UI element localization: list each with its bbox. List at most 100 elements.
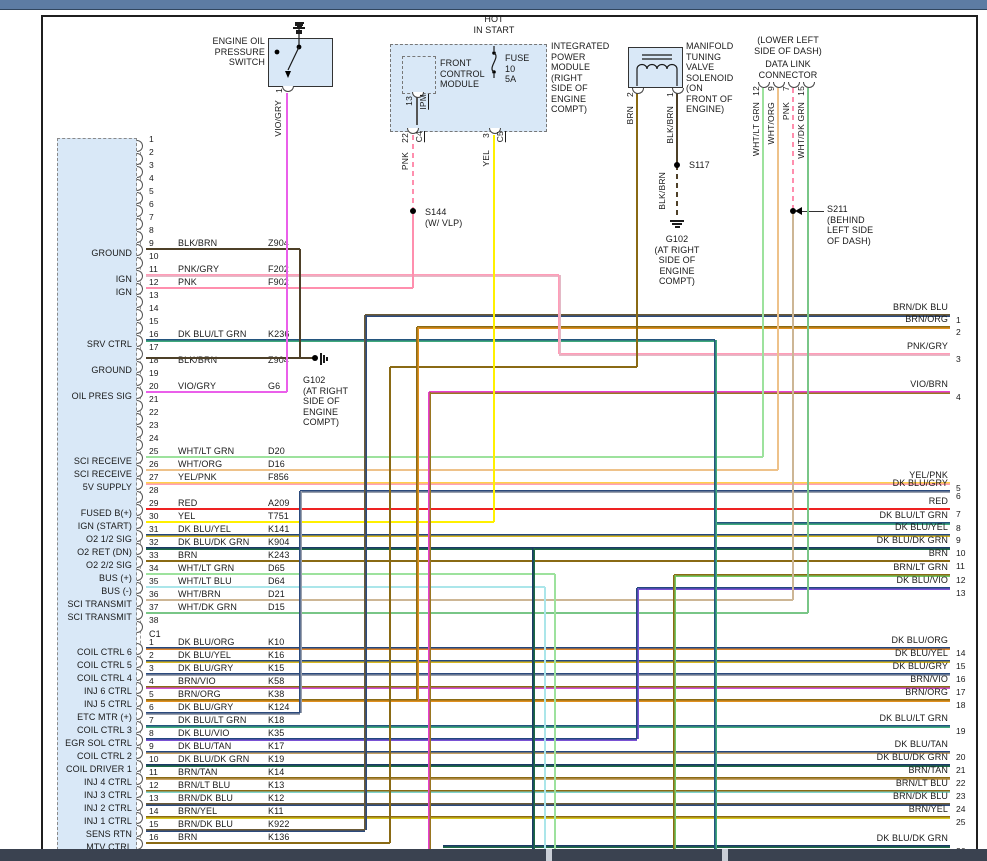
- pin-number: 17: [149, 343, 158, 352]
- label-dlc-location: (LOWER LEFT SIDE OF DASH): [733, 35, 843, 56]
- circuit-code: K243: [268, 550, 289, 561]
- pin-arc: [137, 426, 143, 438]
- pin-function-label: BUS (+): [40, 573, 132, 584]
- pin-arc: [137, 595, 143, 607]
- exit-wire-label: DK BLU/ORG: [828, 635, 948, 646]
- rotated-wire-label: PNK: [782, 102, 791, 120]
- exit-wire-label: DK BLU/TAN: [828, 739, 948, 750]
- pin-arc: [137, 452, 143, 464]
- wire-segment: [146, 738, 637, 741]
- pin-number: 19: [149, 369, 158, 378]
- exit-wire-label: BRN: [828, 548, 948, 559]
- wire-segment: [417, 326, 950, 329]
- rotated-wire-label: WHT/ORG: [767, 102, 776, 144]
- pin-number: 12: [149, 278, 158, 287]
- exit-wire-number: 20: [956, 753, 965, 762]
- wire-segment: [390, 366, 637, 368]
- wire-name: YEL: [178, 511, 195, 522]
- circuit-code: D64: [268, 576, 285, 587]
- circuit-code: A209: [268, 498, 289, 509]
- pin-number: 34: [149, 564, 158, 573]
- pin-function-label: COIL CTRL 4: [40, 673, 132, 684]
- rotated-wire-label: YEL: [482, 150, 491, 167]
- rotated-wire-label: 13: [405, 96, 414, 106]
- rotated-wire-label: BLK/BRN: [666, 106, 675, 144]
- wire-name: WHT/ORG: [178, 459, 222, 470]
- exit-wire-number: 21: [956, 766, 965, 775]
- exit-wire-number: 14: [956, 649, 965, 658]
- rotated-wire-label: VIO/GRY: [274, 100, 283, 137]
- wire-segment: [559, 353, 950, 356]
- pin-number: 14: [149, 304, 158, 313]
- pin-function-label: ETC MTR (+): [40, 712, 132, 723]
- pin-arc: [137, 439, 143, 451]
- wire-segment: [532, 548, 535, 849]
- pin-arc: [137, 374, 143, 386]
- splice-dot: [674, 162, 680, 168]
- pin-number: 20: [149, 382, 158, 391]
- s211-arrow-icon: [795, 207, 802, 215]
- pin-arc: [137, 309, 143, 321]
- wire-name: BRN: [178, 832, 197, 843]
- exit-wire-number: 6: [956, 492, 961, 501]
- diagram-frame-right: [976, 15, 978, 849]
- pin-arc: [137, 244, 143, 256]
- pin-arc: [137, 543, 143, 555]
- exit-wire-number: 3: [956, 355, 961, 364]
- exit-wire-label: DK BLU/VIO: [828, 575, 948, 586]
- wire-segment: [792, 88, 794, 211]
- wire-segment: [777, 88, 779, 470]
- rotated-wire-label: 12: [752, 86, 761, 96]
- pin-arc: [137, 734, 143, 746]
- wire-segment: [389, 367, 391, 843]
- pin-function-label: COIL CTRL 2: [40, 751, 132, 762]
- wire-segment: [299, 249, 301, 358]
- exit-wire-number: 19: [956, 727, 965, 736]
- wire-segment: [416, 327, 419, 700]
- label-hot-in-start: HOT IN START: [463, 14, 525, 35]
- pin-number: 8: [149, 226, 154, 235]
- pin-number: 3: [149, 161, 154, 170]
- pin-arc: [137, 296, 143, 308]
- rotated-wire-label: WHT/LT GRN: [752, 102, 761, 156]
- pin-number: 9: [149, 239, 154, 248]
- pin-arc: [137, 205, 143, 217]
- circuit-code: G6: [268, 381, 280, 392]
- pin-arc: [137, 335, 143, 347]
- pin-number: 25: [149, 447, 158, 456]
- exit-wire-label: DK BLU/DK GRN: [828, 752, 948, 763]
- pin-function-label: SRV CTRL: [40, 339, 132, 350]
- pin-function-label: INJ 3 CTRL: [40, 790, 132, 801]
- wire-segment: [146, 586, 545, 588]
- pin-function-label: GROUND: [40, 248, 132, 259]
- window-top-bar: [0, 0, 987, 10]
- pin-number: 24: [149, 434, 158, 443]
- circuit-code: D15: [268, 602, 285, 613]
- pin-function-label: OIL PRES SIG: [40, 391, 132, 402]
- rotated-wire-label: IPM: [419, 94, 428, 110]
- exit-wire-number: 18: [956, 701, 965, 710]
- pin-arc: [137, 504, 143, 516]
- pin-number: 10: [149, 252, 158, 261]
- pin-arc: [137, 478, 143, 490]
- exit-wire-number: 15: [956, 662, 965, 671]
- pin-arc: [137, 812, 143, 824]
- wire-segment: [544, 587, 546, 849]
- exit-wire-label: DK BLU/LT GRN: [828, 510, 948, 521]
- wire-segment: [146, 274, 559, 277]
- rotated-wire-label: 1: [666, 92, 675, 97]
- wire-name: WHT/LT GRN: [178, 563, 234, 574]
- wire-segment: [146, 573, 555, 575]
- exit-wire-number: 25: [956, 818, 965, 827]
- pin-arc: [137, 747, 143, 759]
- exit-wire-number: 23: [956, 792, 965, 801]
- pin-function-label: O2 1/2 SIG: [40, 534, 132, 545]
- exit-wire-number: 8: [956, 524, 961, 533]
- wire-segment: [146, 829, 365, 832]
- pin-arc: [137, 283, 143, 295]
- pin-number: 13: [149, 291, 158, 300]
- s211-pointer-line: [800, 211, 824, 212]
- pin-arc: [137, 257, 143, 269]
- pin-number: 1: [149, 135, 154, 144]
- wire-segment: [146, 816, 950, 819]
